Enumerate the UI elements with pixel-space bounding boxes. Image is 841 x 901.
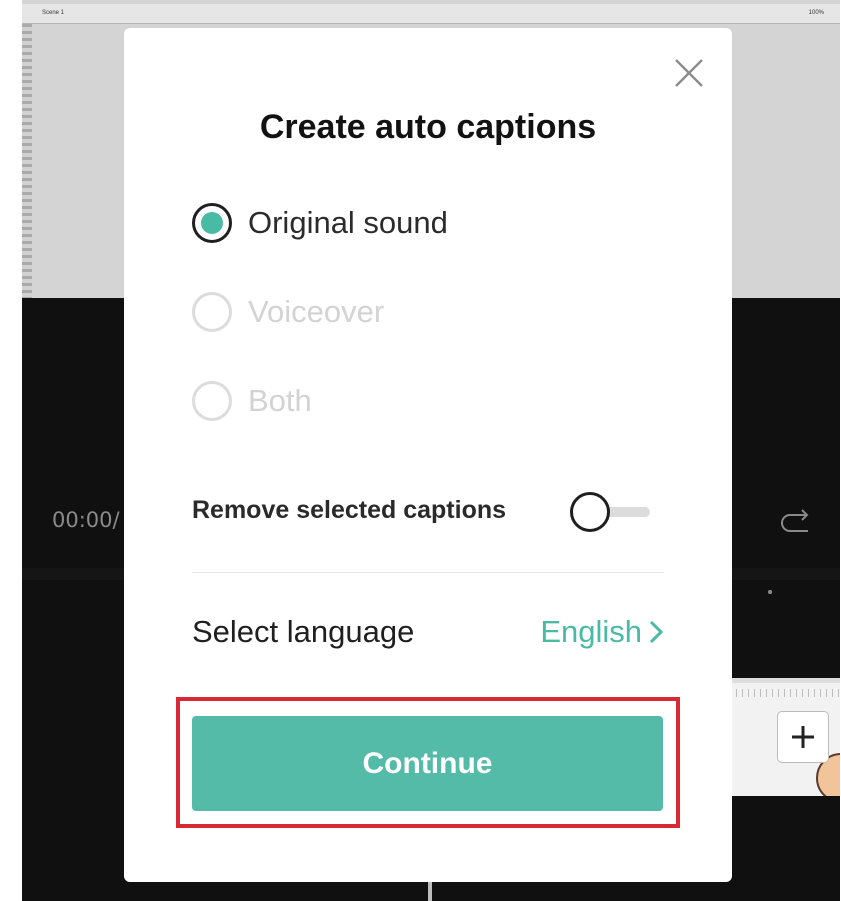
remove-captions-row: Remove selected captions [192,490,662,534]
radio-option-voiceover[interactable]: Voiceover [192,289,384,335]
language-value-text: English [540,614,642,649]
plus-icon [792,726,814,748]
toggle-knob [570,492,610,532]
preview-edge-decoration [22,24,32,298]
add-clip-button[interactable] [777,711,829,763]
radio-option-original-sound[interactable]: Original sound [192,200,448,246]
radio-button[interactable] [192,292,232,332]
redo-icon[interactable] [774,500,814,540]
chevron-right-icon [649,620,664,644]
radio-label: Voiceover [248,294,385,329]
timeline-marker [768,590,772,594]
divider [192,572,664,573]
preview-scene-label: Scene 1 [42,10,65,16]
remove-captions-toggle[interactable] [570,492,652,532]
dialog-title: Create auto captions [259,108,597,146]
language-value[interactable]: English [540,614,664,650]
radio-button[interactable] [192,381,232,421]
timeline-playhead[interactable] [428,880,432,901]
close-icon [675,59,703,87]
preview-toolbar: Scene 1 100% [22,4,840,24]
radio-label: Original sound [248,205,448,240]
clip-ruler [724,689,840,697]
preview-zoom-label: 100% [808,10,824,16]
radio-option-both[interactable]: Both [192,378,312,424]
remove-captions-label: Remove selected captions [192,496,507,524]
auto-captions-dialog: Create auto captions Original sound Voic… [124,28,732,882]
close-button[interactable] [672,56,706,90]
select-language-row[interactable]: Select language English [192,608,664,658]
radio-label: Both [248,383,312,418]
playback-time: 00:00/ [52,508,120,532]
radio-button-selected[interactable] [192,203,232,243]
select-language-label: Select language [192,614,415,649]
continue-button[interactable]: Continue [192,716,663,811]
